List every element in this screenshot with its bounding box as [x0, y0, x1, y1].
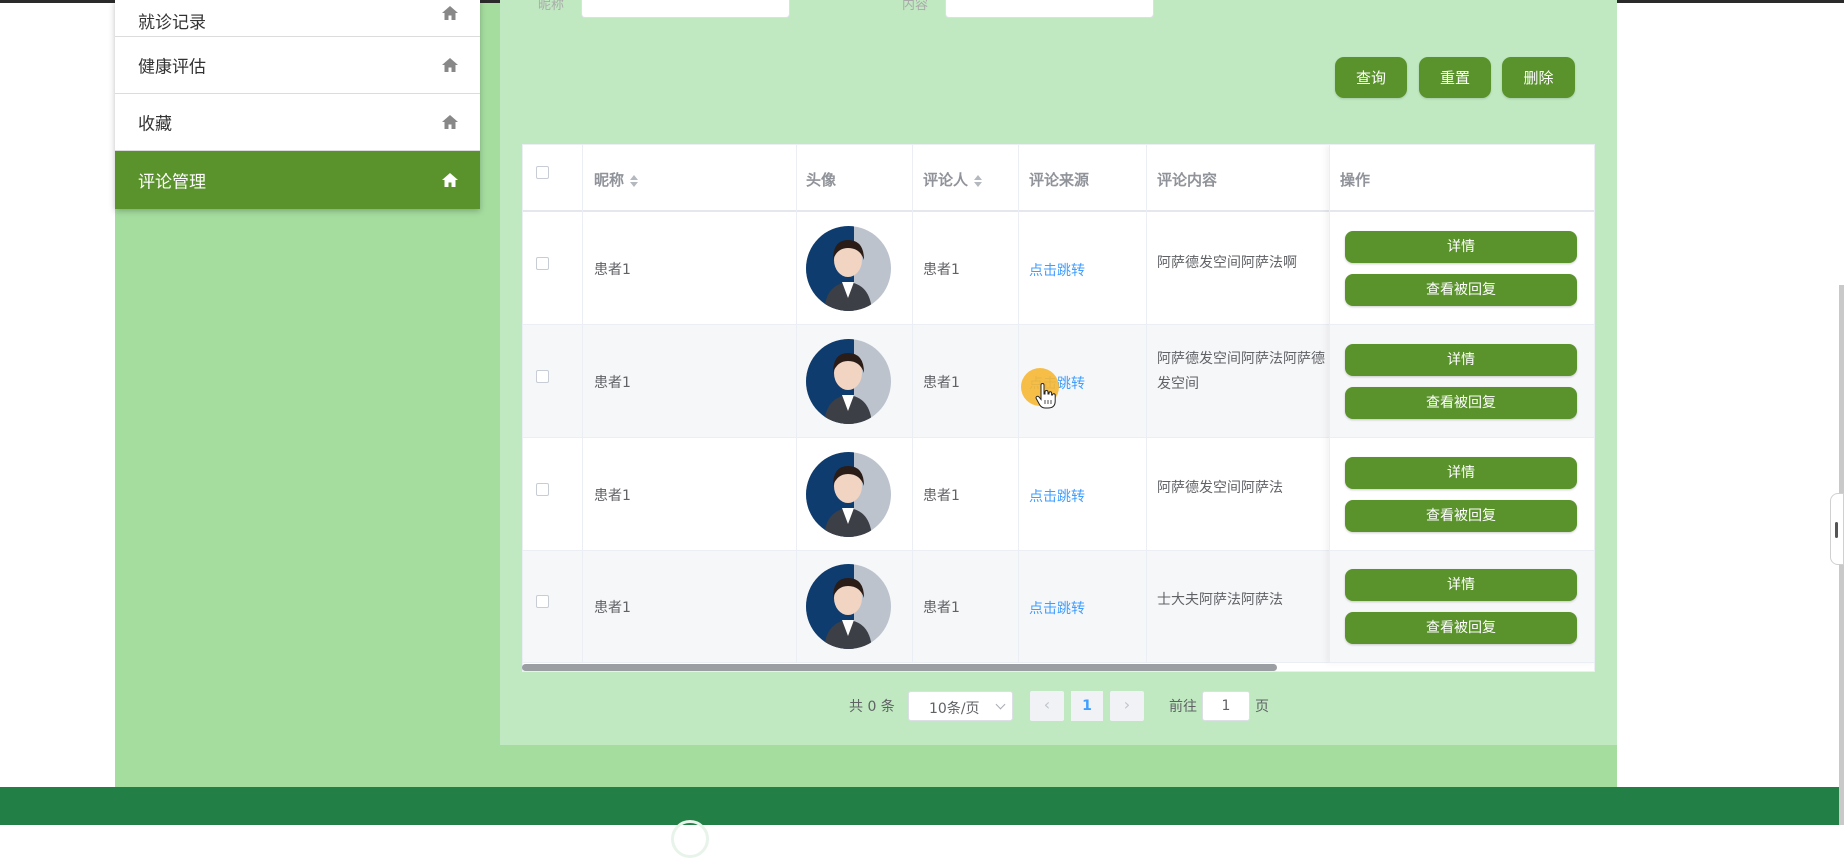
- home-icon: [442, 115, 458, 129]
- hand-cursor-icon: [1035, 383, 1056, 409]
- row-nickname: 患者1: [594, 262, 631, 278]
- chevron-down-icon: [995, 699, 1006, 710]
- detail-button[interactable]: 详情: [1345, 344, 1577, 376]
- table-horizontal-scrollbar[interactable]: [522, 664, 1277, 671]
- view-reply-button[interactable]: 查看被回复: [1345, 274, 1577, 306]
- view-reply-button[interactable]: 查看被回复: [1345, 612, 1577, 644]
- row-content: 阿萨德发空间阿萨法啊: [1157, 255, 1297, 271]
- sidebar-menu: 就诊记录 健康评估 收藏 评论管理: [115, 0, 480, 209]
- nickname-search-label: 昵称: [538, 0, 565, 13]
- header-nickname[interactable]: 昵称: [594, 169, 639, 190]
- detail-button[interactable]: 详情: [1345, 569, 1577, 601]
- sidebar-item-label: 健康评估: [138, 57, 206, 78]
- sidebar-item-comment-management[interactable]: 评论管理: [115, 151, 480, 209]
- footer: [0, 787, 1844, 825]
- pagination-total: 共 0 条: [849, 699, 895, 715]
- comments-table: 昵称 头像 评论人 评论来源 评论内容 操作 患者1 患者1 点击跳转 阿萨德发…: [522, 144, 1595, 672]
- sidebar-item-health-assessment[interactable]: 健康评估: [115, 37, 480, 94]
- page-size-select[interactable]: 10条/页: [908, 691, 1013, 721]
- next-page-button[interactable]: ›: [1110, 691, 1144, 721]
- page-number-1[interactable]: 1: [1071, 691, 1103, 721]
- row-checkbox[interactable]: [536, 483, 549, 496]
- row-content: 士大夫阿萨法阿萨法: [1157, 592, 1283, 608]
- column-divider: [796, 145, 797, 663]
- sidebar-item-label: 收藏: [138, 114, 172, 135]
- row-checkbox[interactable]: [536, 595, 549, 608]
- sidebar-item-visit-records[interactable]: 就诊记录: [115, 0, 480, 37]
- row-content: 阿萨德发空间阿萨法阿萨德发空间: [1157, 351, 1325, 392]
- page-size-value: 10条/页: [929, 701, 980, 717]
- home-icon: [442, 6, 458, 20]
- row-nickname: 患者1: [594, 488, 631, 504]
- row-nickname: 患者1: [594, 375, 631, 391]
- row-checkbox[interactable]: [536, 370, 549, 383]
- header-source: 评论来源: [1029, 171, 1090, 189]
- row-source-link[interactable]: 点击跳转: [1029, 598, 1085, 618]
- column-divider: [1018, 145, 1019, 663]
- header-avatar: 头像: [806, 171, 837, 189]
- avatar-image: [806, 564, 891, 649]
- page-suffix: 页: [1255, 699, 1269, 715]
- view-reply-button[interactable]: 查看被回复: [1345, 387, 1577, 419]
- header-nickname-label: 昵称: [594, 171, 625, 189]
- detail-button[interactable]: 详情: [1345, 457, 1577, 489]
- sort-icon[interactable]: [974, 174, 983, 188]
- view-reply-button[interactable]: 查看被回复: [1345, 500, 1577, 532]
- select-all-checkbox[interactable]: [536, 166, 549, 179]
- row-source-link[interactable]: 点击跳转: [1029, 260, 1085, 280]
- header-commenter[interactable]: 评论人: [923, 169, 983, 190]
- row-commenter: 患者1: [923, 375, 960, 391]
- home-icon: [442, 173, 458, 187]
- row-commenter: 患者1: [923, 600, 960, 616]
- reset-button[interactable]: 重置: [1419, 57, 1491, 98]
- content-search-input[interactable]: [945, 0, 1154, 18]
- avatar: [806, 226, 891, 311]
- avatar: [806, 452, 891, 537]
- sidebar-item-label: 就诊记录: [138, 13, 206, 33]
- header-commenter-label: 评论人: [923, 171, 969, 189]
- query-button[interactable]: 查询: [1335, 57, 1407, 98]
- header-content: 评论内容: [1157, 171, 1218, 189]
- goto-page-input[interactable]: 1: [1202, 691, 1250, 721]
- row-checkbox[interactable]: [536, 257, 549, 270]
- footer-logo: [671, 820, 709, 858]
- column-divider: [1146, 145, 1147, 663]
- sort-icon[interactable]: [630, 174, 639, 188]
- content-search-label: 内容: [902, 0, 929, 13]
- detail-button[interactable]: 详情: [1345, 231, 1577, 263]
- home-icon: [442, 58, 458, 72]
- delete-button[interactable]: 删除: [1502, 57, 1575, 98]
- row-commenter: 患者1: [923, 262, 960, 278]
- column-divider: [582, 145, 583, 663]
- sidebar-item-favorites[interactable]: 收藏: [115, 94, 480, 151]
- nickname-search-input[interactable]: [581, 0, 790, 18]
- avatar: [806, 564, 891, 649]
- avatar-image: [806, 339, 891, 424]
- column-divider: [912, 145, 913, 663]
- avatar-image: [806, 452, 891, 537]
- goto-label: 前往: [1169, 699, 1197, 715]
- sidebar-item-label: 评论管理: [138, 172, 206, 193]
- row-source-link[interactable]: 点击跳转: [1029, 486, 1085, 506]
- row-commenter: 患者1: [923, 488, 960, 504]
- page-scrollbar-handle[interactable]: [1830, 493, 1844, 565]
- prev-page-button[interactable]: ‹: [1030, 691, 1064, 721]
- row-content: 阿萨德发空间阿萨法: [1157, 480, 1283, 496]
- avatar-image: [806, 226, 891, 311]
- avatar: [806, 339, 891, 424]
- row-nickname: 患者1: [594, 600, 631, 616]
